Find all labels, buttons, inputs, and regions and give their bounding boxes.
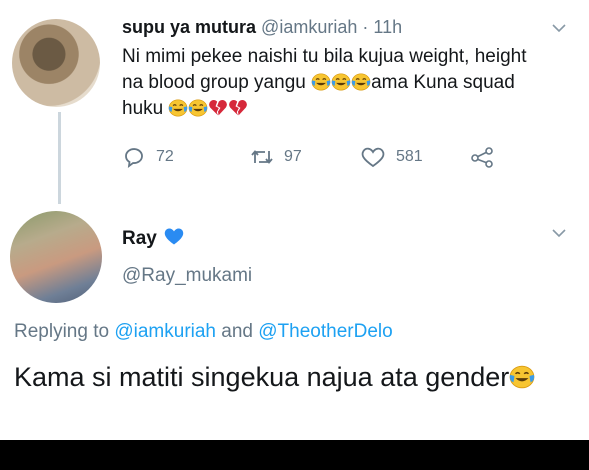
reply-text-body: Kama si matiti singekua najua ata gender [14, 362, 510, 392]
like-count: 581 [396, 148, 423, 165]
retweet-icon [250, 146, 274, 168]
author-handle[interactable]: @iamkuriah [261, 17, 357, 37]
mention-link[interactable]: @TheotherDelo [258, 321, 392, 342]
face-with-tears-of-joy-icon [168, 99, 188, 117]
retweet-count: 97 [284, 148, 302, 165]
blue-heart-icon [163, 226, 185, 252]
chevron-down-icon[interactable] [551, 225, 567, 241]
reply-author-name[interactable]: Ray [122, 228, 157, 250]
reply-author[interactable]: Ray [122, 226, 185, 252]
face-with-tears-of-joy-icon [331, 73, 351, 91]
replying-to-and: and [216, 321, 259, 342]
face-with-tears-of-joy-icon [351, 73, 371, 91]
tweet-text-line2-end: ama Kuna squad [371, 72, 515, 93]
reply-avatar[interactable] [10, 211, 102, 303]
separator-dot: · [362, 17, 369, 37]
broken-heart-icon [208, 99, 228, 117]
face-with-tears-of-joy-icon [188, 99, 208, 117]
heart-icon [360, 146, 386, 168]
tweet-text-line1: Ni mimi pekee naishi tu bila kujua weigh… [122, 46, 527, 67]
replying-to: Replying to @iamkuriah and @TheotherDelo [14, 321, 393, 343]
replying-to-prefix: Replying to [14, 321, 115, 342]
bottom-bar [0, 440, 589, 470]
reply-button[interactable]: 72 [122, 146, 174, 168]
reply-count: 72 [156, 148, 174, 165]
share-icon [470, 146, 496, 168]
tweet-text-line3: huku [122, 98, 169, 119]
tweet-actions: 72 97 581 [122, 146, 522, 170]
tweet-text: Ni mimi pekee naishi tu bila kujua weigh… [122, 44, 572, 122]
face-with-tears-of-joy-icon [509, 361, 535, 385]
share-button[interactable] [470, 146, 496, 168]
tweet-text-line2: na blood group yangu [122, 72, 312, 93]
face-with-tears-of-joy-icon [311, 73, 331, 91]
reply-icon [122, 146, 146, 168]
tweet-time[interactable]: 11h [373, 17, 402, 37]
avatar[interactable] [12, 19, 100, 107]
mention-link[interactable]: @iamkuriah [114, 321, 216, 342]
retweet-button[interactable]: 97 [250, 146, 302, 168]
tweet[interactable]: supu ya mutura @iamkuriah · 11h Ni mimi … [0, 0, 589, 204]
broken-heart-icon [228, 99, 248, 117]
tweet-header: supu ya mutura @iamkuriah · 11h [122, 17, 402, 38]
reply-text: Kama si matiti singekua najua ata gender [14, 358, 574, 396]
author-name[interactable]: supu ya mutura [122, 17, 256, 37]
reply-author-handle[interactable]: @Ray_mukami [122, 265, 252, 287]
chevron-down-icon[interactable] [551, 20, 567, 36]
like-button[interactable]: 581 [360, 146, 423, 168]
thread-connector-line [58, 112, 61, 204]
